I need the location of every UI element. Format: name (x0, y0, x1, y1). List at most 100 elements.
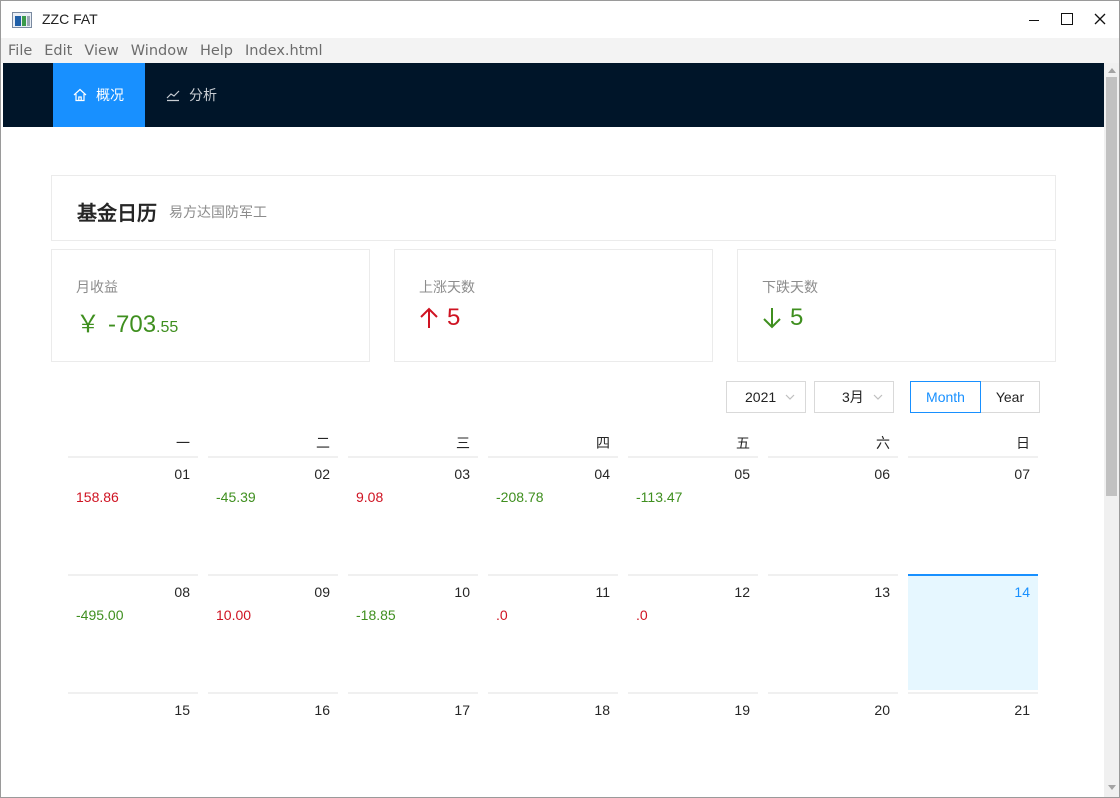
month-select-value: 3月 (842, 389, 864, 405)
calendar-cell[interactable]: 15 (68, 692, 198, 797)
year-select[interactable]: 2021 (726, 381, 806, 413)
daily-return: .0 (496, 607, 508, 623)
calendar-cell[interactable]: 03 9.08 (348, 456, 478, 572)
calendar-date: 14 (1014, 584, 1030, 600)
calendar-cell[interactable]: 18 (488, 692, 618, 797)
tab-overview-label: 概况 (96, 87, 124, 103)
weekday-header: 四 (596, 435, 610, 451)
daily-return: -208.78 (496, 489, 544, 505)
currency-symbol: ￥ (76, 311, 100, 338)
calendar-cell[interactable]: 16 (208, 692, 338, 797)
stat-label: 上涨天数 (419, 279, 475, 295)
maximize-icon (1061, 13, 1073, 25)
stat-label: 下跌天数 (762, 279, 818, 295)
scroll-thumb[interactable] (1106, 77, 1117, 496)
stat-integer: -703 (108, 311, 157, 338)
mode-month-button[interactable]: Month (910, 381, 981, 413)
calendar-date: 04 (594, 466, 610, 482)
calendar-date: 17 (454, 702, 470, 718)
menu-window[interactable]: Window (131, 43, 188, 59)
tab-analysis[interactable]: 分析 (145, 63, 237, 127)
calendar-cell[interactable]: 01 158.86 (68, 456, 198, 572)
calendar-cell[interactable]: 20 (768, 692, 898, 797)
weekday-header: 日 (1016, 435, 1030, 451)
daily-return: -18.85 (356, 607, 396, 623)
weekday-header: 一 (176, 435, 190, 451)
calendar-cell[interactable]: 05 -113.47 (628, 456, 758, 572)
page-content: 概况 分析 基金日历 易方达国防军工 月收益 ￥ -703 .55 上涨天数 5 (3, 63, 1104, 797)
year-select-value: 2021 (745, 389, 777, 405)
calendar-date: 07 (1014, 466, 1030, 482)
tab-overview[interactable]: 概况 (53, 63, 145, 127)
close-button[interactable] (1077, 1, 1120, 37)
calendar-cell[interactable]: 06 (768, 456, 898, 572)
calendar-date: 10 (454, 584, 470, 600)
chevron-down-icon (873, 394, 883, 400)
calendar-date: 06 (874, 466, 890, 482)
stat-value: 5 (419, 304, 460, 332)
calendar-cell[interactable]: 10 -18.85 (348, 574, 478, 690)
daily-return: .0 (636, 607, 648, 623)
top-nav: 概况 分析 (3, 63, 1104, 127)
tab-analysis-label: 分析 (189, 87, 217, 103)
mode-year-button[interactable]: Year (980, 381, 1040, 413)
calendar-date: 08 (174, 584, 190, 600)
arrow-down-icon (763, 308, 781, 329)
calendar-date: 15 (174, 702, 190, 718)
calendar-date: 09 (314, 584, 330, 600)
calendar-date: 21 (1014, 702, 1030, 718)
stat-value: ￥ -703 .55 (76, 304, 178, 339)
weekday-header: 五 (736, 435, 750, 451)
calendar-date: 12 (734, 584, 750, 600)
calendar-date: 11 (595, 584, 610, 600)
stat-number: 5 (447, 304, 461, 331)
daily-return: 158.86 (76, 489, 119, 505)
calendar-cell[interactable]: 12.0 (628, 574, 758, 690)
calendar-date: 03 (454, 466, 470, 482)
stat-label: 月收益 (76, 279, 118, 295)
menu-help[interactable]: Help (200, 43, 233, 59)
calendar-date: 19 (734, 702, 750, 718)
calendar-date: 01 (174, 466, 190, 482)
calendar-date: 20 (874, 702, 890, 718)
vertical-scrollbar[interactable] (1104, 63, 1119, 797)
menu-file[interactable]: File (8, 43, 32, 59)
calendar-cell[interactable]: 02 -45.39 (208, 456, 338, 572)
month-select[interactable]: 3月 (814, 381, 894, 413)
home-icon (73, 88, 87, 102)
menu-edit[interactable]: Edit (44, 43, 72, 59)
line-chart-icon (166, 90, 180, 102)
calendar-cell[interactable]: 07 (908, 456, 1038, 572)
daily-return: -45.39 (216, 489, 256, 505)
scroll-down-icon[interactable] (1108, 785, 1116, 790)
close-icon (1094, 13, 1106, 25)
menu-bar: File Edit View Window Help Index.html (1, 38, 1119, 63)
daily-return: -495.00 (76, 607, 124, 623)
calendar-cell[interactable]: 04 -208.78 (488, 456, 618, 572)
scroll-up-icon[interactable] (1108, 68, 1116, 73)
arrow-up-icon (420, 307, 438, 328)
calendar-cell[interactable]: 19 (628, 692, 758, 797)
stat-decimals: .55 (156, 319, 179, 336)
daily-return: 10.00 (216, 607, 252, 623)
weekday-header: 三 (456, 435, 470, 451)
calendar-cell[interactable]: 17 (348, 692, 478, 797)
menu-view[interactable]: View (84, 43, 118, 59)
calendar-cell[interactable]: 21 (908, 692, 1038, 797)
page-header: 基金日历 易方达国防军工 (51, 175, 1056, 241)
window-title: ZZC FAT (42, 11, 98, 27)
stat-down-days: 下跌天数 5 (737, 249, 1056, 362)
calendar-date: 13 (874, 584, 890, 600)
calendar-date: 05 (734, 466, 750, 482)
calendar-date: 18 (594, 702, 610, 718)
title-bar: ZZC FAT (1, 1, 1119, 37)
stat-up-days: 上涨天数 5 (394, 249, 713, 362)
menu-index-html[interactable]: Index.html (245, 43, 323, 59)
stat-monthly-income: 月收益 ￥ -703 .55 (51, 249, 370, 362)
calendar-cell-today[interactable]: 14 (908, 574, 1038, 690)
calendar-cell[interactable]: 08 -495.00 (68, 574, 198, 690)
calendar-cell[interactable]: 09 10.00 (208, 574, 338, 690)
calendar-cell[interactable]: 11.0 (488, 574, 618, 690)
page-title: 基金日历 (77, 203, 157, 225)
calendar-cell[interactable]: 13 (768, 574, 898, 690)
